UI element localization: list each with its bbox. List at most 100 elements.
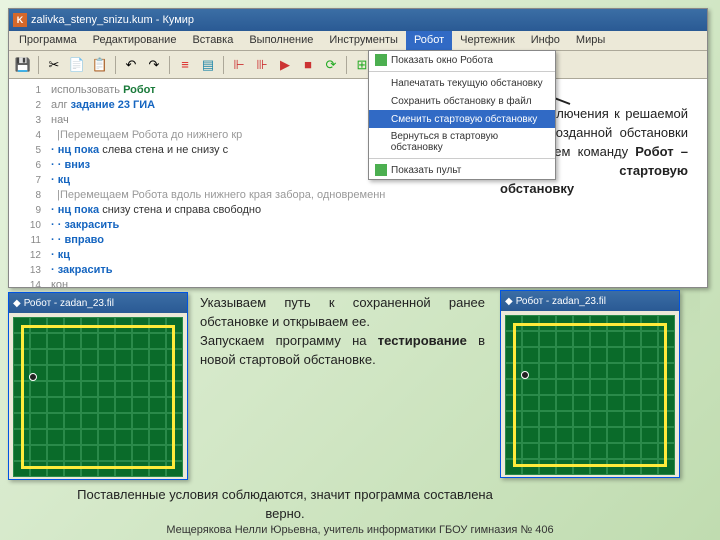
format-icon[interactable]: ≡ — [175, 55, 195, 75]
save-icon[interactable]: 💾 — [13, 55, 33, 75]
grid-cell — [47, 413, 64, 429]
menu-program[interactable]: Программа — [11, 31, 85, 50]
grid-cell — [64, 397, 81, 413]
menu-edit[interactable]: Редактирование — [85, 31, 185, 50]
line-number: 8 — [17, 188, 41, 203]
line-number: 14 — [17, 278, 41, 293]
grid-cell — [573, 459, 590, 475]
grid-cell — [556, 347, 573, 363]
grid-cell — [624, 379, 641, 395]
line-number: 3 — [17, 113, 41, 128]
grid-cell — [149, 349, 166, 365]
separator — [223, 56, 224, 74]
code-text: |Перемещаем Робота вдоль нижнего края за… — [51, 188, 385, 203]
line-number: 5 — [17, 143, 41, 158]
grid-cell — [590, 395, 607, 411]
code-line[interactable]: 1использовать Робот — [17, 83, 699, 98]
redo-icon[interactable]: ↷ — [144, 55, 164, 75]
line-number: 11 — [17, 233, 41, 248]
step-icon[interactable]: ⊩ — [229, 55, 249, 75]
grid-cell — [30, 397, 47, 413]
copy-icon[interactable]: 📄 — [67, 55, 87, 75]
code-line[interactable]: 11 · · вправо — [17, 233, 699, 248]
code-line[interactable]: 13· закрасить — [17, 263, 699, 278]
dd-label: Показать пульт — [391, 165, 461, 176]
grid-cell — [590, 411, 607, 427]
grid-cell — [30, 445, 47, 461]
grid-cell — [64, 349, 81, 365]
robot-grid[interactable] — [505, 315, 675, 475]
separator — [169, 56, 170, 74]
grid-cell — [539, 347, 556, 363]
menu-worlds[interactable]: Миры — [568, 31, 613, 50]
wall — [21, 466, 175, 469]
dd-save[interactable]: Сохранить обстановку в файл — [369, 92, 555, 110]
code-line[interactable]: 12· кц — [17, 248, 699, 263]
grid-cell — [115, 429, 132, 445]
grid-cell — [81, 397, 98, 413]
menu-drawer[interactable]: Чертежник — [452, 31, 523, 50]
grid-cell — [47, 381, 64, 397]
undo-icon[interactable]: ↶ — [121, 55, 141, 75]
indent-icon[interactable]: ▤ — [198, 55, 218, 75]
grid-cell — [573, 379, 590, 395]
stop-icon[interactable]: ■ — [298, 55, 318, 75]
code-line[interactable]: 9· нц пока снизу стена и справа свободно — [17, 203, 699, 218]
code-text: · нц пока слева стена и не снизу с — [51, 143, 228, 158]
run-icon[interactable]: ▶ — [275, 55, 295, 75]
dd-print[interactable]: Напечатать текущую обстановку — [369, 74, 555, 92]
step-over-icon[interactable]: ⊪ — [252, 55, 272, 75]
grid-cell — [132, 445, 149, 461]
robot-titlebar[interactable]: ◆ Робот - zadan_23.fil — [9, 293, 187, 313]
menu-info[interactable]: Инфо — [523, 31, 568, 50]
grid-icon — [375, 54, 387, 66]
code-text: кон — [51, 278, 68, 293]
grid-cell — [539, 331, 556, 347]
grid-cell — [624, 347, 641, 363]
grid-cell — [539, 427, 556, 443]
grid-cell — [132, 365, 149, 381]
menu-insert[interactable]: Вставка — [184, 31, 241, 50]
menu-robot[interactable]: Робот — [406, 31, 452, 50]
refresh-icon[interactable]: ⟳ — [321, 55, 341, 75]
grid-cell — [573, 427, 590, 443]
code-text: · · вправо — [51, 233, 104, 248]
cut-icon[interactable]: ✂ — [44, 55, 64, 75]
grid-cell — [115, 397, 132, 413]
wall — [21, 325, 175, 328]
titlebar[interactable]: K zalivka_steny_snizu.kum - Кумир — [9, 9, 707, 31]
dd-show-window[interactable]: Показать окно Робота — [369, 51, 555, 69]
robot-titlebar[interactable]: ◆ Робот - zadan_23.fil — [501, 291, 679, 311]
robot-grid[interactable] — [13, 317, 183, 477]
grid-cell — [115, 413, 132, 429]
code-line[interactable]: 10· · закрасить — [17, 218, 699, 233]
grid-cell — [30, 349, 47, 365]
grid-cell — [556, 427, 573, 443]
grid-cell — [590, 459, 607, 475]
dd-change-start[interactable]: Сменить стартовую обстановку — [369, 110, 555, 128]
grid-cell — [132, 381, 149, 397]
grid-cell — [641, 379, 658, 395]
paste-icon[interactable]: 📋 — [90, 55, 110, 75]
separator — [38, 56, 39, 74]
robot-window-title: Робот - zadan_23.fil — [516, 296, 606, 307]
dd-return-start[interactable]: Вернуться в стартовую обстановку — [369, 128, 555, 156]
grid-cell — [539, 379, 556, 395]
dd-show-remote[interactable]: Показать пульт — [369, 161, 555, 179]
line-number: 10 — [17, 218, 41, 233]
instruction-text-3: Поставленные условия соблюдаются, значит… — [60, 486, 510, 524]
grid-cell — [64, 413, 81, 429]
grid-cell — [607, 427, 624, 443]
grid-cell — [81, 365, 98, 381]
grid-cell — [641, 395, 658, 411]
grid-cell — [539, 395, 556, 411]
menu-run[interactable]: Выполнение — [241, 31, 321, 50]
grid-cell — [64, 445, 81, 461]
grid-cell — [81, 333, 98, 349]
menu-tools[interactable]: Инструменты — [321, 31, 406, 50]
grid-cell — [522, 411, 539, 427]
grid-cell — [624, 331, 641, 347]
grid-cell — [607, 459, 624, 475]
separator — [115, 56, 116, 74]
code-text: |Перемещаем Робота до нижнего кр — [51, 128, 242, 143]
